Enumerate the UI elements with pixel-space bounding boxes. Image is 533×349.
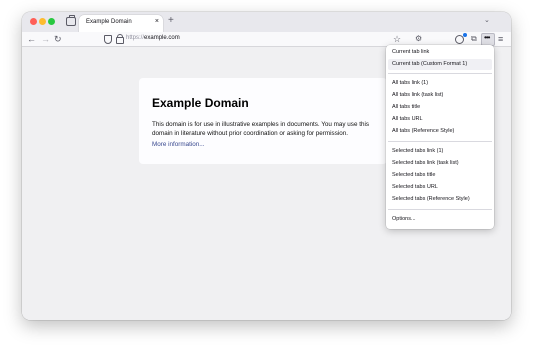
page-heading: Example Domain	[152, 96, 249, 110]
menu-item-selected-tabs-link-task-list[interactable]: Selected tabs link (task list)	[388, 158, 492, 169]
menu-item-selected-tabs-reference-style[interactable]: Selected tabs (Reference Style)	[388, 194, 492, 205]
menu-item-current-tab-link[interactable]: Current tab link	[388, 47, 492, 58]
menu-item-selected-tabs-title[interactable]: Selected tabs title	[388, 170, 492, 181]
title-bar: Example Domain × + ⌄	[22, 12, 511, 32]
hamburger-menu-icon[interactable]: ≡	[498, 33, 503, 45]
more-information-link[interactable]: More information...	[152, 141, 205, 148]
menu-item-all-tabs-title[interactable]: All tabs title	[388, 102, 492, 113]
tab-groups-icon[interactable]	[66, 15, 76, 26]
menu-separator	[388, 209, 492, 210]
close-tab-icon[interactable]: ×	[155, 18, 159, 26]
url-bar[interactable]: https://example.com	[126, 35, 180, 41]
extension-badge-icon	[463, 33, 467, 37]
lock-icon[interactable]	[116, 34, 124, 44]
content-card: Example Domain This domain is for use in…	[139, 78, 387, 164]
menu-item-all-tabs-reference-style[interactable]: All tabs (Reference Style)	[388, 126, 492, 137]
menu-item-all-tabs-link-task-list[interactable]: All tabs link (task list)	[388, 90, 492, 101]
menu-separator	[388, 141, 492, 142]
menu-item-selected-tabs-link[interactable]: Selected tabs link (1)	[388, 146, 492, 157]
back-button[interactable]: ←	[27, 33, 36, 45]
menu-separator	[388, 73, 492, 74]
bookmark-star-icon[interactable]: ☆	[393, 33, 401, 45]
menu-item-all-tabs-url[interactable]: All tabs URL	[388, 114, 492, 125]
reload-button[interactable]: ↻	[54, 33, 62, 45]
forward-button[interactable]: →	[41, 33, 50, 45]
more-icon: •••	[484, 33, 490, 42]
menu-item-selected-tabs-url[interactable]: Selected tabs URL	[388, 182, 492, 193]
list-all-tabs-button[interactable]: ⌄	[484, 16, 490, 24]
extensions-puzzle-icon[interactable]: ⧉	[471, 34, 477, 44]
url-host: example.com	[144, 35, 180, 41]
page-description: This domain is for use in illustrative e…	[152, 121, 369, 137]
menu-item-current-tab-custom-format[interactable]: Current tab (Custom Format 1)	[388, 59, 492, 70]
browser-window: Example Domain × + ⌄ ← → ↻ https://examp…	[22, 12, 511, 320]
zoom-window-button[interactable]	[48, 18, 55, 25]
menu-item-options[interactable]: Options...	[388, 214, 492, 225]
tab-example-domain[interactable]: Example Domain ×	[79, 15, 163, 32]
tab-title: Example Domain	[86, 19, 132, 25]
minimize-window-button[interactable]	[39, 18, 46, 25]
menu-item-all-tabs-link[interactable]: All tabs link (1)	[388, 78, 492, 89]
close-window-button[interactable]	[30, 18, 37, 25]
url-scheme: https://	[126, 35, 145, 41]
new-tab-button[interactable]: +	[168, 15, 174, 27]
tracking-protection-shield-icon[interactable]	[104, 35, 112, 44]
devtools-wrench-icon[interactable]: ⚙	[415, 34, 422, 44]
copy-tabs-dropdown-menu: Current tab link Current tab (Custom For…	[386, 45, 494, 229]
